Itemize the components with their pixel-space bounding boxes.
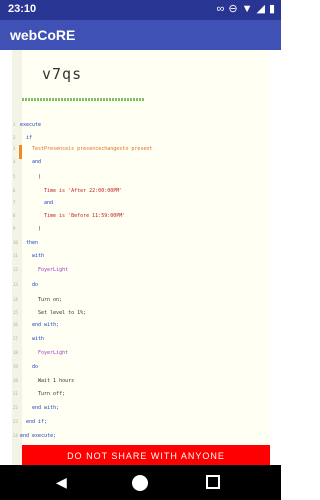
line-number: 2 bbox=[13, 135, 16, 140]
line-number: 5 bbox=[13, 174, 16, 179]
piston-view[interactable]: v7qs 1 execute 2 if 3 TestPresenceis presence… bbox=[0, 50, 281, 465]
home-icon[interactable] bbox=[132, 475, 148, 491]
piston-id: v7qs bbox=[42, 65, 83, 83]
nav-bar: ◀ bbox=[0, 465, 281, 500]
code-line[interactable]: and bbox=[44, 200, 53, 206]
code-line[interactable]: end if; bbox=[26, 419, 47, 425]
code-line[interactable]: Time is 'After 22:00:00PM' bbox=[44, 188, 122, 194]
code-line[interactable]: Turn off; bbox=[38, 391, 65, 397]
code-line[interactable]: Time is 'Before 11:59:00PM' bbox=[44, 213, 125, 219]
header-border-left bbox=[23, 50, 29, 100]
header-divider bbox=[22, 98, 144, 101]
line-number: 13 bbox=[13, 282, 18, 287]
line-number: 14 bbox=[13, 297, 18, 302]
line-number: 16 bbox=[13, 322, 18, 327]
code-line[interactable]: ( bbox=[38, 174, 41, 180]
line-number: 20 bbox=[13, 378, 18, 383]
line-number: 23 bbox=[13, 419, 18, 424]
code-line[interactable]: with bbox=[32, 253, 44, 259]
line-number: 21 bbox=[13, 391, 18, 396]
code-line[interactable]: end with; bbox=[32, 322, 59, 328]
line-number: 11 bbox=[13, 253, 18, 258]
code-line[interactable]: Wait 1 hours bbox=[38, 378, 74, 384]
code-line[interactable]: FoyerLight bbox=[38, 350, 68, 356]
line-number: 9 bbox=[13, 226, 16, 231]
line-number: 12 bbox=[13, 267, 18, 272]
status-bar: 23:10 ∞ ⊖ ▼ ◢ ▮ bbox=[0, 0, 281, 20]
code-line[interactable]: Set level to 1%; bbox=[38, 310, 86, 316]
signal-icon: ◢ bbox=[256, 3, 265, 15]
code-line[interactable]: do bbox=[32, 282, 38, 288]
code-line[interactable]: execute bbox=[20, 122, 41, 128]
code-line[interactable]: end with; bbox=[32, 405, 59, 411]
code-line[interactable]: do bbox=[32, 364, 38, 370]
link-icon: ∞ bbox=[216, 2, 225, 15]
code-editor[interactable]: v7qs 1 execute 2 if 3 TestPresenceis presence… bbox=[12, 50, 270, 465]
status-icons: ∞ ⊖ ▼ ◢ ▮ bbox=[216, 2, 275, 16]
wifi-icon: ▼ bbox=[241, 2, 253, 15]
line-number: 15 bbox=[13, 310, 18, 315]
app-bar: webCoRE bbox=[0, 20, 281, 50]
current-line-marker bbox=[19, 145, 22, 159]
code-line[interactable]: then bbox=[26, 240, 38, 246]
code-line[interactable]: Turn on; bbox=[38, 297, 62, 303]
battery-icon: ▮ bbox=[268, 3, 275, 15]
code-line[interactable]: with bbox=[32, 336, 44, 342]
line-number: 3 bbox=[13, 146, 16, 151]
line-number: 24 bbox=[13, 433, 18, 438]
status-time: 23:10 bbox=[8, 3, 37, 15]
recents-icon[interactable] bbox=[206, 475, 220, 489]
line-number: 1 bbox=[13, 122, 16, 127]
code-line[interactable]: FoyerLight bbox=[38, 267, 68, 273]
line-number: 8 bbox=[13, 213, 16, 218]
code-line[interactable]: and bbox=[32, 159, 41, 165]
code-line[interactable]: if bbox=[26, 135, 32, 141]
line-number: 7 bbox=[13, 200, 16, 205]
header-border-right bbox=[136, 50, 142, 100]
dnd-icon: ⊖ bbox=[228, 3, 238, 15]
code-line[interactable]: ) bbox=[38, 226, 41, 232]
line-number: 10 bbox=[13, 240, 18, 245]
line-number: 19 bbox=[13, 364, 18, 369]
line-number: 18 bbox=[13, 350, 18, 355]
line-number: 22 bbox=[13, 405, 18, 410]
line-number: 17 bbox=[13, 336, 18, 341]
line-number: 4 bbox=[13, 159, 16, 164]
code-line[interactable]: end execute; bbox=[20, 433, 56, 439]
back-icon[interactable]: ◀ bbox=[56, 474, 67, 491]
line-number: 6 bbox=[13, 188, 16, 193]
app-title: webCoRE bbox=[10, 27, 76, 43]
code-line[interactable]: TestPresenceis presencechangesto present bbox=[32, 146, 152, 152]
warning-banner: DO NOT SHARE WITH ANYONE bbox=[22, 445, 270, 465]
